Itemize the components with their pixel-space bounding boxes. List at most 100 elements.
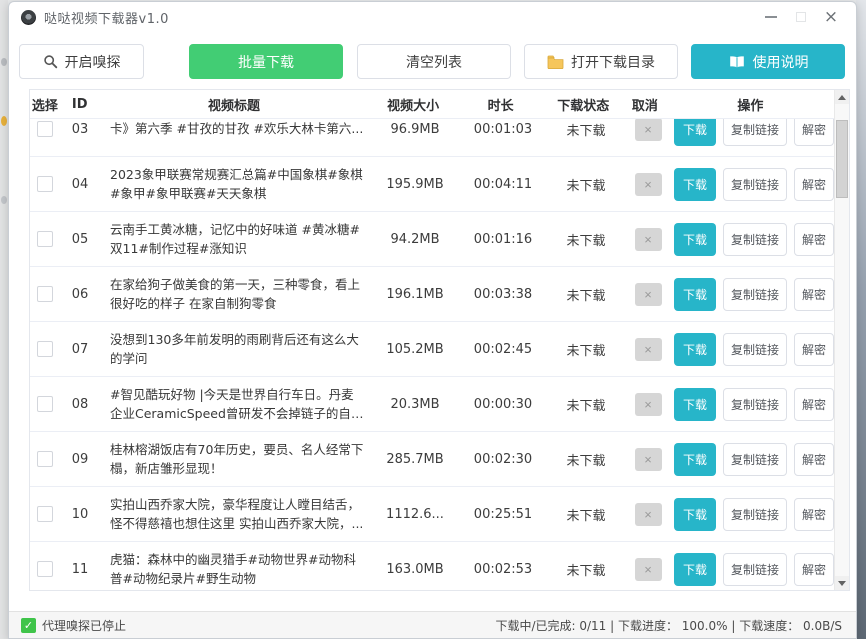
proxy-status: ✓ 代理嗅探已停止 (21, 617, 126, 634)
desktop-edge-right (856, 0, 866, 639)
window-title: 哒哒视频下载器v1.0 (44, 8, 169, 27)
help-label: 使用说明 (753, 52, 809, 72)
row-status: 未下载 (546, 175, 626, 194)
row-cancel-cell: × (626, 393, 670, 416)
open-download-dir-label: 打开下载目录 (571, 52, 655, 72)
download-button[interactable]: 下载 (674, 223, 716, 256)
cancel-button[interactable]: × (635, 448, 662, 471)
decrypt-button[interactable]: 解密 (794, 223, 834, 256)
copy-link-button[interactable]: 复制链接 (723, 119, 787, 146)
copy-link-button[interactable]: 复制链接 (723, 223, 787, 256)
cancel-button[interactable]: × (635, 338, 662, 361)
cancel-button[interactable]: × (635, 173, 662, 196)
row-checkbox[interactable] (37, 286, 53, 302)
clear-list-button[interactable]: 清空列表 (357, 44, 511, 79)
arrow-down-icon (838, 581, 846, 586)
row-checkbox[interactable] (37, 451, 53, 467)
row-cancel-cell: × (626, 228, 670, 251)
cancel-button[interactable]: × (635, 558, 662, 581)
download-button[interactable]: 下载 (674, 388, 716, 421)
minimize-button[interactable] (756, 3, 786, 31)
scroll-down-button[interactable] (835, 576, 849, 590)
row-checkbox[interactable] (37, 121, 53, 137)
row-duration: 00:25:51 (460, 507, 546, 522)
scroll-up-button[interactable] (835, 90, 849, 104)
download-button[interactable]: 下载 (674, 278, 716, 311)
table-row: 08 #智见酷玩好物 |今天是世界自行车日。丹麦企业CeramicSpeed曾研… (30, 377, 834, 432)
row-select-cell (30, 451, 60, 467)
open-download-dir-button[interactable]: 打开下载目录 (524, 44, 678, 79)
row-checkbox[interactable] (37, 231, 53, 247)
row-id: 09 (60, 452, 100, 467)
row-checkbox[interactable] (37, 176, 53, 192)
header-cancel: 取消 (623, 95, 667, 114)
decrypt-button[interactable]: 解密 (794, 498, 834, 531)
row-id: 07 (60, 342, 100, 357)
download-button[interactable]: 下载 (674, 119, 716, 146)
row-cancel-cell: × (626, 503, 670, 526)
table-row: 03 卡》第六季 #甘孜的甘孜 #欢乐大林卡第六... 96.9MB 00:01… (30, 119, 834, 157)
app-icon (21, 10, 36, 25)
row-title: 虎猫：森林中的幽灵猎手#动物世界#动物科普#动物纪录片#野生动物 (100, 550, 370, 589)
row-cancel-cell: × (626, 558, 670, 581)
cancel-button[interactable]: × (635, 228, 662, 251)
row-size: 285.7MB (370, 452, 460, 467)
scrollbar-thumb[interactable] (836, 120, 848, 198)
copy-link-button[interactable]: 复制链接 (723, 553, 787, 586)
row-checkbox[interactable] (37, 341, 53, 357)
row-duration: 00:04:11 (460, 177, 546, 192)
copy-link-button[interactable]: 复制链接 (723, 168, 787, 201)
row-cancel-cell: × (626, 448, 670, 471)
row-operations: 下载 复制链接 解密 (670, 443, 834, 476)
table-row: 06 在家给狗子做美食的第一天，三种零食，看上很好吃的样子 在家自制狗零食 19… (30, 267, 834, 322)
row-checkbox[interactable] (37, 561, 53, 577)
minimize-icon (765, 16, 777, 18)
batch-download-button[interactable]: 批量下载 (189, 44, 343, 79)
table-header: 选择 ID 视频标题 视频大小 时长 下载状态 取消 操作 (30, 90, 849, 119)
decrypt-button[interactable]: 解密 (794, 168, 834, 201)
decrypt-button[interactable]: 解密 (794, 278, 834, 311)
header-id: ID (60, 97, 100, 112)
desktop-icon-fragment (1, 116, 7, 126)
copy-link-button[interactable]: 复制链接 (723, 278, 787, 311)
download-button[interactable]: 下载 (674, 498, 716, 531)
table-row: 05 云南手工黄冰糖，记忆中的好味道 #黄冰糖#双11#制作过程#涨知识 94.… (30, 212, 834, 267)
row-size: 105.2MB (370, 342, 460, 357)
cancel-button[interactable]: × (635, 283, 662, 306)
row-checkbox[interactable] (37, 396, 53, 412)
decrypt-button[interactable]: 解密 (794, 553, 834, 586)
download-button[interactable]: 下载 (674, 333, 716, 366)
help-button[interactable]: 使用说明 (691, 44, 845, 79)
table-row: 07 没想到130多年前发明的雨刷背后还有这么大的学问 105.2MB 00:0… (30, 322, 834, 377)
table-row: 11 虎猫：森林中的幽灵猎手#动物世界#动物科普#动物纪录片#野生动物 163.… (30, 542, 834, 590)
row-title: 桂林榕湖饭店有70年历史，要员、名人经常下榻，新店雏形显现！ (100, 440, 370, 479)
download-button[interactable]: 下载 (674, 168, 716, 201)
vertical-scrollbar[interactable] (834, 90, 849, 590)
cancel-button[interactable]: × (635, 393, 662, 416)
desktop-edge-left (0, 0, 8, 639)
decrypt-button[interactable]: 解密 (794, 333, 834, 366)
download-button[interactable]: 下载 (674, 553, 716, 586)
copy-link-button[interactable]: 复制链接 (723, 388, 787, 421)
row-operations: 下载 复制链接 解密 (670, 119, 834, 146)
copy-link-button[interactable]: 复制链接 (723, 443, 787, 476)
cancel-button[interactable]: × (635, 119, 662, 141)
decrypt-button[interactable]: 解密 (794, 388, 834, 421)
close-button[interactable]: × (816, 3, 846, 31)
maximize-button[interactable] (786, 3, 816, 31)
cancel-button[interactable]: × (635, 503, 662, 526)
folder-icon (547, 55, 564, 69)
row-checkbox[interactable] (37, 506, 53, 522)
copy-link-button[interactable]: 复制链接 (723, 333, 787, 366)
download-button[interactable]: 下载 (674, 443, 716, 476)
row-duration: 00:01:16 (460, 232, 546, 247)
check-icon: ✓ (21, 618, 36, 633)
row-id: 10 (60, 507, 100, 522)
decrypt-button[interactable]: 解密 (794, 119, 834, 146)
window-controls: × (756, 2, 846, 32)
row-select-cell (30, 506, 60, 522)
copy-link-button[interactable]: 复制链接 (723, 498, 787, 531)
start-sniff-button[interactable]: 开启嗅探 (19, 44, 144, 79)
decrypt-button[interactable]: 解密 (794, 443, 834, 476)
row-duration: 00:00:30 (460, 397, 546, 412)
